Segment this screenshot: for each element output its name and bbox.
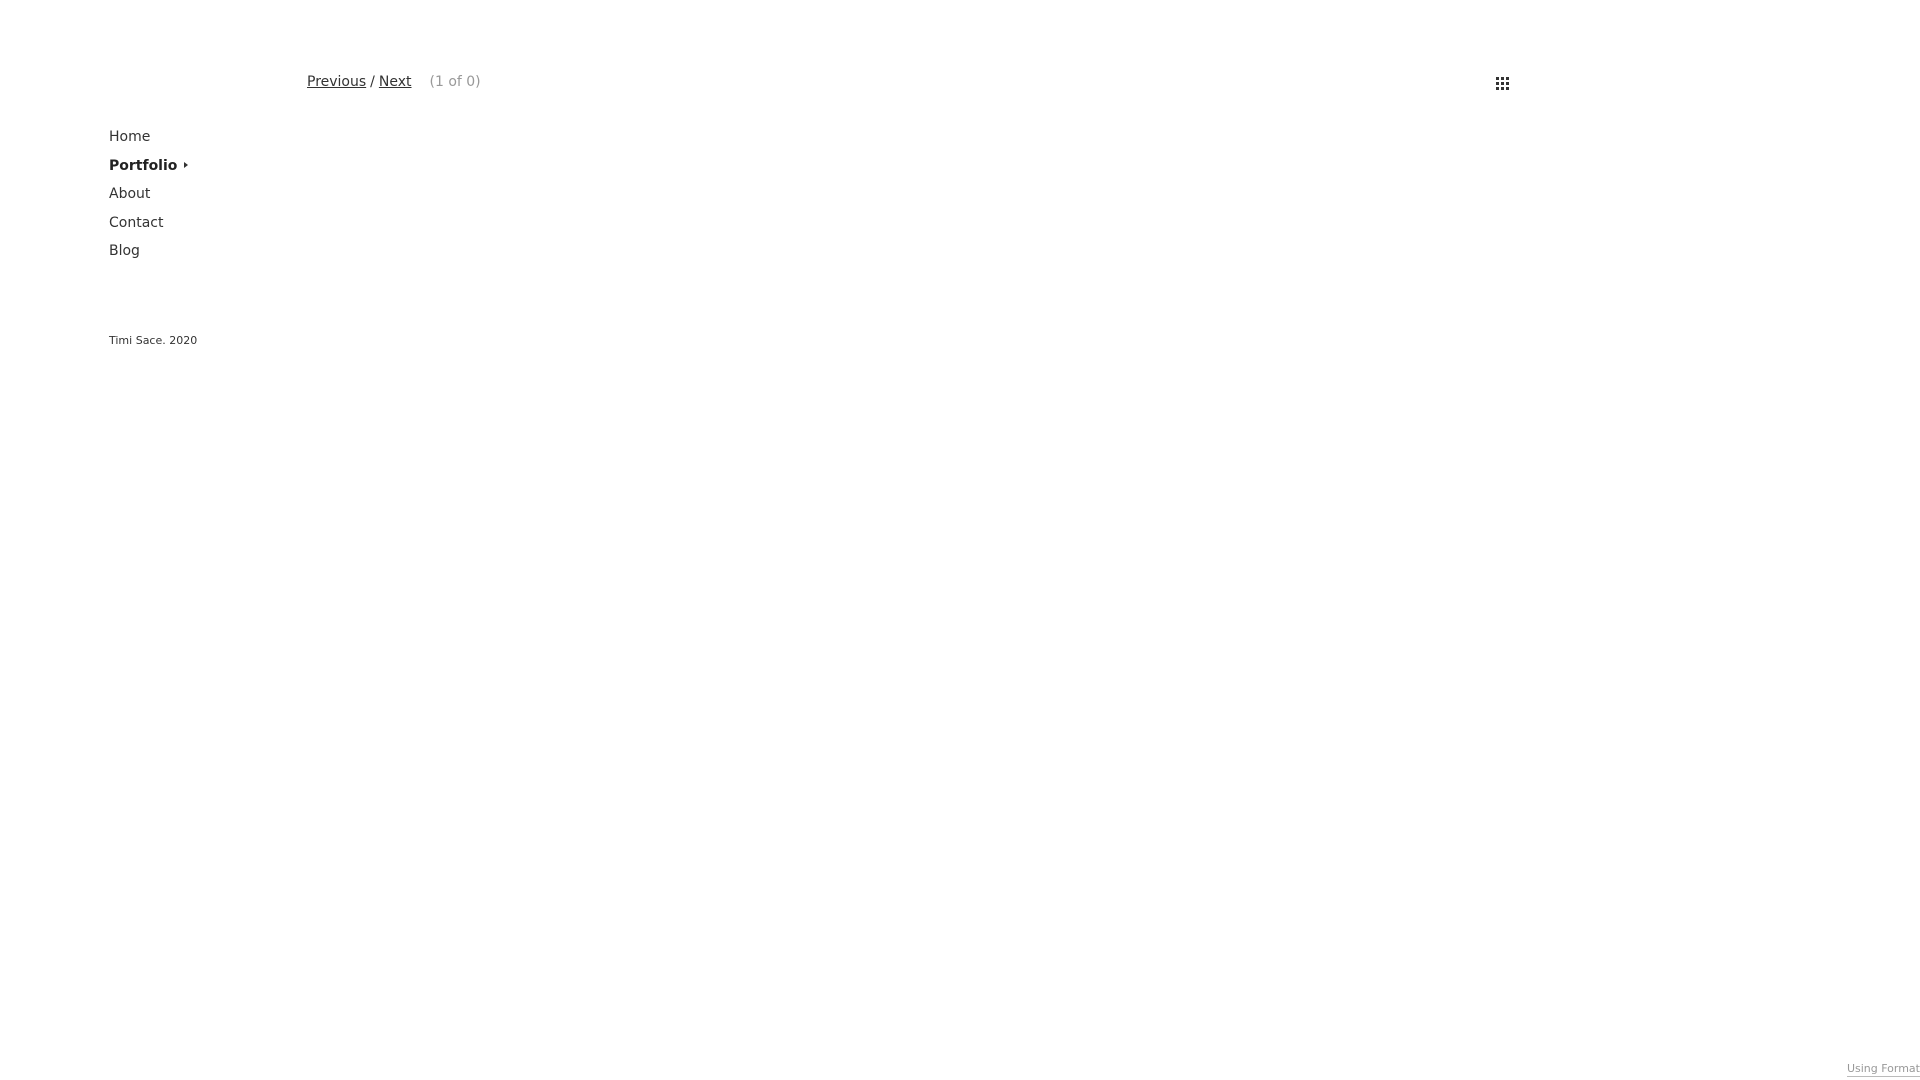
nav-item-label: Contact [109, 214, 164, 231]
nav-item-label: Blog [109, 243, 140, 259]
next-link[interactable]: Next [379, 74, 412, 90]
nav-item-portfolio[interactable]: Portfolio [109, 157, 189, 175]
nav-item-label: About [109, 186, 151, 202]
caret-right-icon [184, 161, 189, 168]
sidebar-nav: Home Portfolio About Contact Blog [109, 128, 189, 271]
nav-item-blog[interactable]: Blog [109, 242, 188, 260]
nav-item-label: Home [109, 129, 151, 145]
pager-separator: / [370, 74, 375, 90]
nav-item-home[interactable]: Home [109, 128, 188, 146]
page: Previous / Next (1 of 0) Home Portfolio Abo… [0, 0, 1920, 1080]
using-format-link[interactable]: Using Format [1846, 1062, 1920, 1077]
pager: Previous / Next (1 of 0) [307, 73, 481, 91]
grid-icon[interactable] [1496, 77, 1509, 90]
nav-item-contact[interactable]: Contact [109, 214, 188, 232]
nav-item-about[interactable]: About [109, 185, 188, 203]
nav-item-label: Portfolio [109, 157, 178, 174]
copyright-text: Timi Sace. 2020 [109, 334, 198, 347]
previous-link[interactable]: Previous [307, 74, 366, 90]
pager-count: (1 of 0) [429, 74, 481, 90]
